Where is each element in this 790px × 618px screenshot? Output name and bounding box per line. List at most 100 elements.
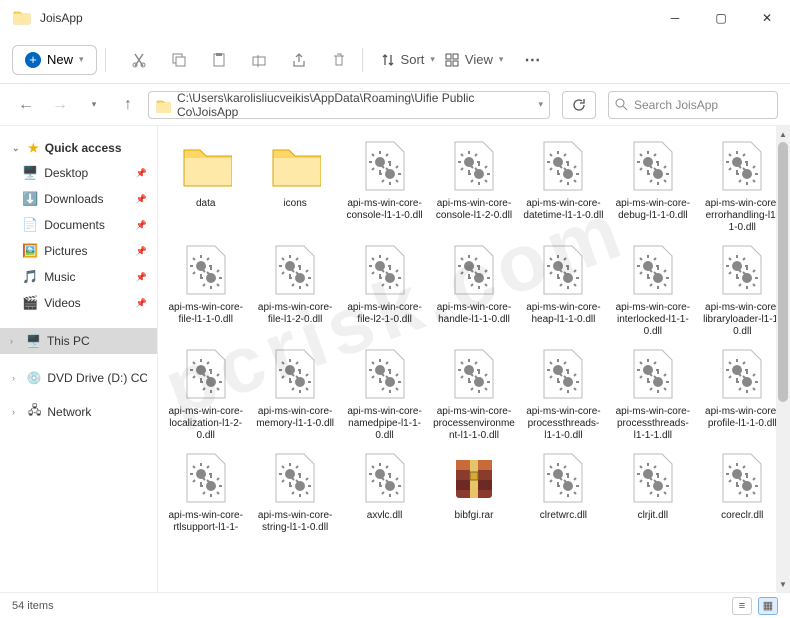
delete-button[interactable] (324, 45, 354, 75)
file-item[interactable]: api-ms-win-core-file-l1-2-0.dll (251, 240, 338, 340)
sort-icon (381, 53, 395, 67)
details-view-button[interactable]: ≡ (732, 597, 752, 615)
toolbar: + New ▾ Sort ▾ View ▾ ⋯ (0, 36, 790, 84)
chevron-down-icon[interactable]: ▾ (538, 99, 543, 110)
file-item[interactable]: api-ms-win-core-heap-l1-1-0.dll (520, 240, 607, 340)
sidebar-this-pc[interactable]: › 🖥️ This PC (0, 328, 157, 354)
chevron-down-icon: ⌄ (12, 143, 22, 154)
paste-button[interactable] (204, 45, 234, 75)
close-button[interactable]: ✕ (744, 0, 790, 36)
file-item[interactable]: api-ms-win-core-namedpipe-l1-1-0.dll (341, 344, 428, 444)
rename-button[interactable] (244, 45, 274, 75)
disc-icon: 💿 (26, 371, 41, 385)
file-icon (357, 346, 413, 402)
sidebar-item-label: Desktop (44, 166, 88, 180)
file-item[interactable]: api-ms-win-core-localization-l1-2-0.dll (162, 344, 249, 444)
share-button[interactable] (284, 45, 314, 75)
refresh-button[interactable] (562, 91, 596, 119)
file-icon (178, 450, 234, 506)
file-item[interactable]: api-ms-win-core-memory-l1-1-0.dll (251, 344, 338, 444)
file-name: api-ms-win-core-namedpipe-l1-1-0.dll (344, 406, 426, 442)
file-item[interactable]: api-ms-win-core-datetime-l1-1-0.dll (520, 136, 607, 236)
back-button[interactable]: ← (12, 91, 40, 119)
file-item[interactable]: bibfgi.rar (430, 448, 517, 536)
file-item[interactable]: clrjit.dll (609, 448, 696, 536)
folder-icon: 🎬 (22, 295, 38, 311)
search-icon (615, 98, 628, 111)
sidebar-dvd[interactable]: › 💿 DVD Drive (D:) CCCC (0, 366, 157, 390)
file-item[interactable]: coreclr.dll (699, 448, 786, 536)
address-bar[interactable]: C:\Users\karolisliucveikis\AppData\Roami… (148, 91, 550, 119)
file-icon (357, 138, 413, 194)
copy-button[interactable] (164, 45, 194, 75)
file-item[interactable]: api-ms-win-core-file-l2-1-0.dll (341, 240, 428, 340)
pin-icon: 📌 (136, 220, 147, 231)
file-icon (625, 450, 681, 506)
forward-button[interactable]: → (46, 91, 74, 119)
maximize-button[interactable]: ▢ (698, 0, 744, 36)
pin-icon: 📌 (136, 298, 147, 309)
file-item[interactable]: api-ms-win-core-errorhandling-l1-1-0.dll (699, 136, 786, 236)
window-folder-icon (12, 8, 32, 28)
file-item[interactable]: clretwrc.dll (520, 448, 607, 536)
file-icon (267, 138, 323, 194)
file-item[interactable]: api-ms-win-core-handle-l1-1-0.dll (430, 240, 517, 340)
file-name: coreclr.dll (721, 510, 763, 522)
file-icon (714, 450, 770, 506)
file-icon (535, 138, 591, 194)
file-name: api-ms-win-core-rtlsupport-l1-1- (165, 510, 247, 534)
sidebar-item-downloads[interactable]: ⬇️Downloads📌 (0, 186, 157, 212)
more-button[interactable]: ⋯ (517, 45, 547, 75)
file-item[interactable]: icons (251, 136, 338, 236)
sidebar-item-label: Pictures (44, 244, 87, 258)
scrollbar[interactable]: ▲ ▼ (776, 126, 790, 592)
pin-icon: 📌 (136, 168, 147, 179)
sidebar-item-documents[interactable]: 📄Documents📌 (0, 212, 157, 238)
sidebar-item-label: Documents (44, 218, 105, 232)
sidebar-item-desktop[interactable]: 🖥️Desktop📌 (0, 160, 157, 186)
cut-button[interactable] (124, 45, 154, 75)
view-button[interactable]: View ▾ (445, 52, 503, 67)
file-area[interactable]: dataiconsapi-ms-win-core-console-l1-1-0.… (158, 126, 790, 592)
folder-icon: 🎵 (22, 269, 38, 285)
file-item[interactable]: api-ms-win-core-rtlsupport-l1-1- (162, 448, 249, 536)
file-item[interactable]: api-ms-win-core-processenvironment-l1-1-… (430, 344, 517, 444)
file-name: api-ms-win-core-interlocked-l1-1-0.dll (612, 302, 694, 338)
sidebar-quick-access[interactable]: ⌄ ★ Quick access (0, 136, 157, 160)
icons-view-button[interactable]: ▦ (758, 597, 778, 615)
scroll-down-button[interactable]: ▼ (776, 576, 790, 592)
file-item[interactable]: api-ms-win-core-libraryloader-l1-1-0.dll (699, 240, 786, 340)
new-button[interactable]: + New ▾ (12, 45, 97, 75)
search-placeholder: Search JoisApp (634, 98, 718, 112)
file-item[interactable]: api-ms-win-core-profile-l1-1-0.dll (699, 344, 786, 444)
file-icon (535, 450, 591, 506)
file-icon (446, 242, 502, 298)
sort-button[interactable]: Sort ▾ (381, 52, 435, 67)
file-item[interactable]: api-ms-win-core-file-l1-1-0.dll (162, 240, 249, 340)
file-item[interactable]: axvlc.dll (341, 448, 428, 536)
file-item[interactable]: api-ms-win-core-processthreads-l1-1-1.dl… (609, 344, 696, 444)
file-name: api-ms-win-core-localization-l1-2-0.dll (165, 406, 247, 442)
file-item[interactable]: data (162, 136, 249, 236)
file-item[interactable]: api-ms-win-core-string-l1-1-0.dll (251, 448, 338, 536)
dvd-label: DVD Drive (D:) CCCC (47, 371, 147, 385)
scroll-thumb[interactable] (778, 142, 788, 402)
scroll-track[interactable] (776, 142, 790, 576)
recent-button[interactable]: ▾ (80, 91, 108, 119)
sidebar-network[interactable]: › 🖧 Network (0, 396, 157, 427)
file-item[interactable]: api-ms-win-core-processthreads-l1-1-0.dl… (520, 344, 607, 444)
scroll-up-button[interactable]: ▲ (776, 126, 790, 142)
file-item[interactable]: api-ms-win-core-interlocked-l1-1-0.dll (609, 240, 696, 340)
file-item[interactable]: api-ms-win-core-debug-l1-1-0.dll (609, 136, 696, 236)
minimize-button[interactable]: ─ (652, 0, 698, 36)
sidebar-item-music[interactable]: 🎵Music📌 (0, 264, 157, 290)
file-item[interactable]: api-ms-win-core-console-l1-1-0.dll (341, 136, 428, 236)
file-name: api-ms-win-core-memory-l1-1-0.dll (254, 406, 336, 430)
sidebar: ⌄ ★ Quick access 🖥️Desktop📌⬇️Downloads📌📄… (0, 126, 158, 592)
up-button[interactable]: ↑ (114, 91, 142, 119)
file-item[interactable]: api-ms-win-core-console-l1-2-0.dll (430, 136, 517, 236)
sidebar-item-videos[interactable]: 🎬Videos📌 (0, 290, 157, 316)
search-input[interactable]: Search JoisApp (608, 91, 778, 119)
sidebar-item-pictures[interactable]: 🖼️Pictures📌 (0, 238, 157, 264)
file-icon (535, 346, 591, 402)
